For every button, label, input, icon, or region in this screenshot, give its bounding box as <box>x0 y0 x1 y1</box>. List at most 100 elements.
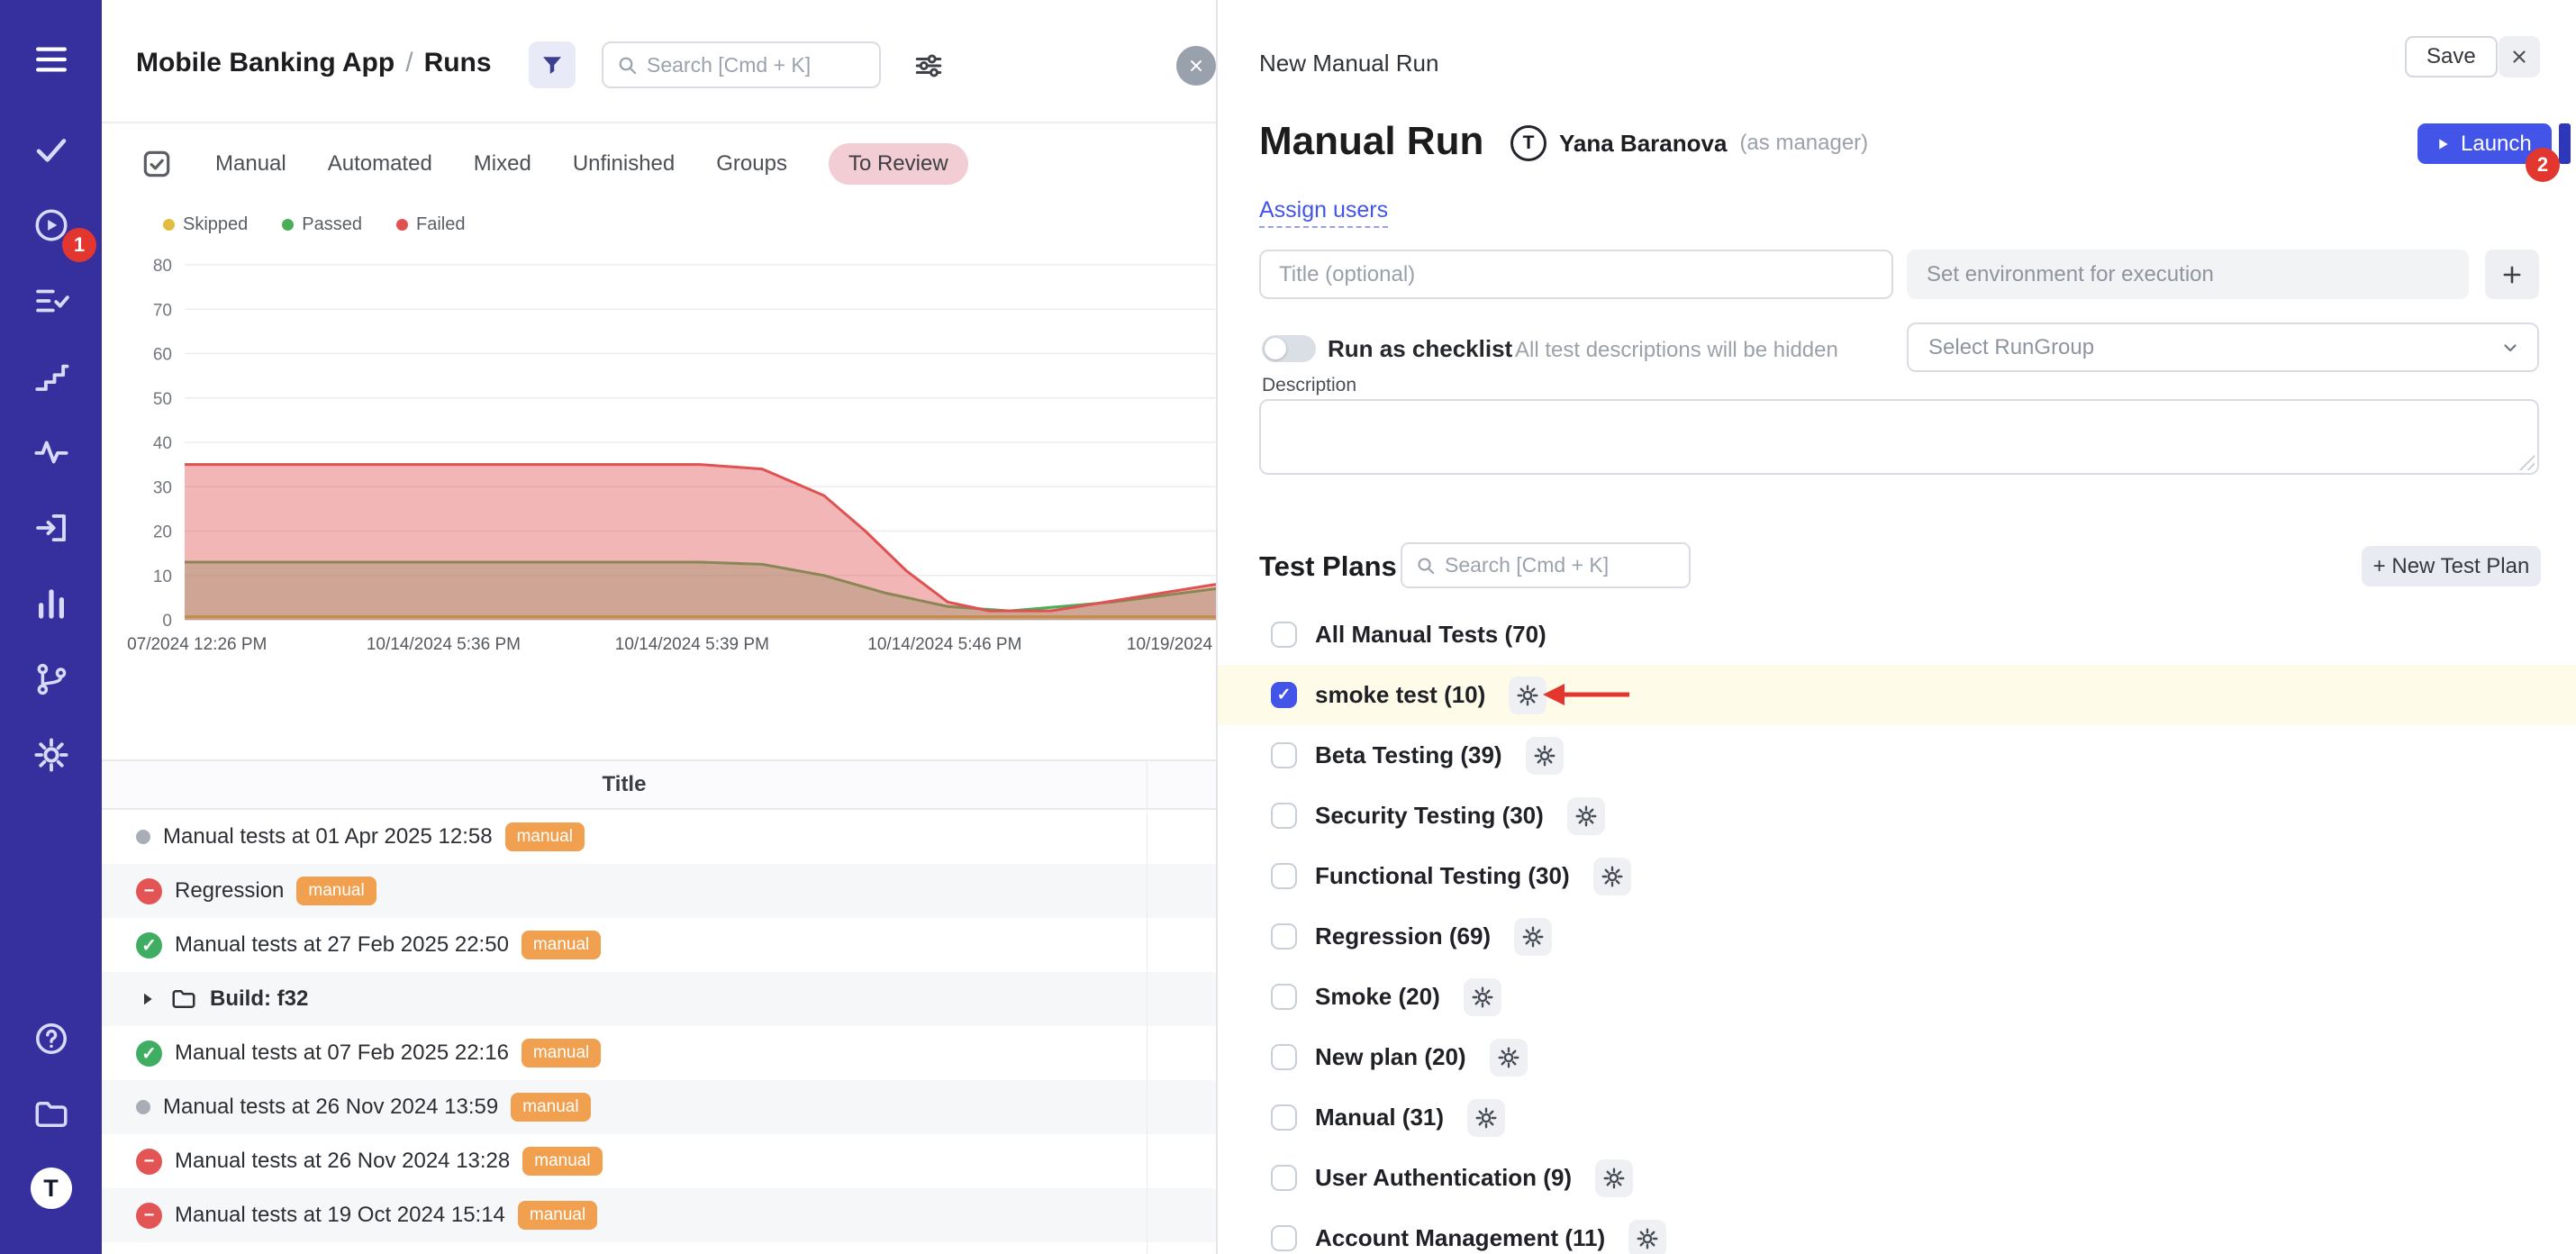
run-row[interactable]: Manual tests at 01 Apr 2025 12:58 manual <box>102 810 1216 864</box>
plan-checkbox[interactable] <box>1271 863 1297 889</box>
gear-icon <box>1521 925 1545 949</box>
run-row[interactable]: Manual tests at 07 Feb 2025 22:16 manual <box>102 1026 1216 1080</box>
breadcrumb[interactable]: Mobile Banking App/Runs <box>136 48 492 78</box>
tab-to-review[interactable]: To Review <box>829 143 968 185</box>
plan-checkbox[interactable] <box>1271 1104 1297 1131</box>
test-plan-row[interactable]: All Manual Tests (70) <box>1218 604 2576 665</box>
gear-icon <box>1636 1227 1659 1250</box>
expand-caret-icon[interactable] <box>136 988 158 1010</box>
close-icon <box>1187 57 1205 75</box>
git-branch-icon[interactable] <box>30 658 73 701</box>
add-environment-button[interactable] <box>2485 250 2539 299</box>
run-title-input[interactable] <box>1259 250 1893 299</box>
description-textarea[interactable] <box>1259 399 2539 475</box>
sign-in-icon[interactable] <box>30 506 73 550</box>
reports-chart-icon[interactable] <box>30 582 73 625</box>
runs-panel-header: Mobile Banking App/Runs <box>102 0 1216 123</box>
plan-checkbox[interactable] <box>1271 742 1297 768</box>
runs-panel-close-button[interactable] <box>1176 46 1216 86</box>
run-row[interactable]: Manual tests at 19 Oct 2024 15:14 manual <box>102 1188 1216 1242</box>
app-logo[interactable]: T <box>31 1168 72 1209</box>
build-group-row[interactable]: Build: f32 <box>102 972 1216 1026</box>
test-plans-search-input[interactable] <box>1445 553 1676 577</box>
settings-gear-icon[interactable] <box>30 733 73 777</box>
test-plan-row[interactable]: Smoke (20) <box>1218 967 2576 1027</box>
test-plan-row[interactable]: Manual (31) <box>1218 1087 2576 1148</box>
test-runs-list-icon[interactable] <box>30 279 73 323</box>
view-settings-button[interactable] <box>911 49 947 85</box>
plan-label: All Manual Tests (70) <box>1315 621 1547 649</box>
save-button[interactable]: Save <box>2405 36 2498 77</box>
avatar: T <box>1510 125 1547 161</box>
new-test-plan-button[interactable]: + New Test Plan <box>2362 546 2541 586</box>
search-icon <box>616 54 638 76</box>
svg-text:30: 30 <box>153 478 172 497</box>
runs-search[interactable] <box>602 41 881 88</box>
annotation-marker-1: 1 <box>62 228 96 262</box>
plan-checkbox[interactable] <box>1271 984 1297 1010</box>
launch-more-button[interactable] <box>2559 123 2571 164</box>
test-plan-row[interactable]: Beta Testing (39) <box>1218 725 2576 786</box>
assign-users-link[interactable]: Assign users <box>1259 197 1388 228</box>
breadcrumb-project[interactable]: Mobile Banking App <box>136 48 395 77</box>
rungroup-select[interactable]: Select RunGroup <box>1907 323 2539 372</box>
tab-groups[interactable]: Groups <box>716 151 787 177</box>
test-plan-row[interactable]: Account Management (11) <box>1218 1208 2576 1254</box>
run-title: Manual tests at 07 Feb 2025 22:16 <box>175 1040 509 1066</box>
tab-manual[interactable]: Manual <box>215 151 286 177</box>
manager-name: Yana Baranova <box>1559 130 1727 158</box>
plan-settings-button[interactable] <box>1467 1099 1505 1137</box>
test-plan-row[interactable]: Security Testing (30) <box>1218 786 2576 846</box>
panel-close-button[interactable] <box>2499 36 2540 77</box>
panel-title: New Manual Run <box>1259 50 1438 77</box>
test-plan-row[interactable]: Regression (69) <box>1218 906 2576 967</box>
plan-settings-button[interactable] <box>1526 737 1564 775</box>
run-row[interactable]: Manual tests at 26 Nov 2024 13:28 manual <box>102 1134 1216 1188</box>
run-type-badge: manual <box>518 1201 597 1230</box>
table-body: Manual tests at 01 Apr 2025 12:58 manual… <box>102 810 1216 1242</box>
plan-settings-button[interactable] <box>1464 978 1501 1016</box>
plan-label: Smoke (20) <box>1315 983 1440 1011</box>
plan-settings-button[interactable] <box>1567 797 1605 835</box>
analytics-steps-icon[interactable] <box>30 355 73 398</box>
menu-icon[interactable] <box>30 38 73 81</box>
run-as-checklist-toggle[interactable] <box>1262 335 1316 362</box>
runs-search-input[interactable] <box>647 53 866 77</box>
plan-checkbox[interactable] <box>1271 1165 1297 1191</box>
test-plan-row[interactable]: smoke test (10) <box>1218 665 2576 725</box>
select-all-icon[interactable] <box>140 147 174 181</box>
plan-checkbox[interactable] <box>1271 682 1297 708</box>
plan-settings-button[interactable] <box>1595 1159 1633 1197</box>
tab-mixed[interactable]: Mixed <box>474 151 531 177</box>
test-plans-search[interactable] <box>1401 542 1691 588</box>
plan-settings-button[interactable] <box>1490 1039 1528 1077</box>
plan-checkbox[interactable] <box>1271 622 1297 648</box>
environment-input[interactable] <box>1907 250 2469 299</box>
plan-settings-button[interactable] <box>1628 1220 1666 1254</box>
filter-button[interactable] <box>529 41 576 88</box>
plan-settings-button[interactable] <box>1514 918 1552 956</box>
run-row[interactable]: Manual tests at 27 Feb 2025 22:50 manual <box>102 918 1216 972</box>
rungroup-placeholder: Select RunGroup <box>1928 335 2094 360</box>
runs-table: Title Manual tests at 01 Apr 2025 12:58 … <box>102 759 1216 1254</box>
app-root: T Mobile Banking App/Runs Manual Automat… <box>0 0 2576 1254</box>
tab-unfinished[interactable]: Unfinished <box>573 151 675 177</box>
help-icon[interactable] <box>30 1017 73 1060</box>
plan-checkbox[interactable] <box>1271 803 1297 829</box>
sidebar: T <box>0 0 102 1254</box>
tab-automated[interactable]: Automated <box>328 151 432 177</box>
plan-label: Regression (69) <box>1315 922 1491 950</box>
test-plan-row[interactable]: Functional Testing (30) <box>1218 846 2576 906</box>
documents-folder-icon[interactable] <box>30 1093 73 1136</box>
pulse-activity-icon[interactable] <box>30 431 73 474</box>
run-type-badge: manual <box>522 931 601 959</box>
plan-checkbox[interactable] <box>1271 923 1297 950</box>
run-row[interactable]: Regression manual <box>102 864 1216 918</box>
plan-checkbox[interactable] <box>1271 1044 1297 1070</box>
test-plan-row[interactable]: User Authentication (9) <box>1218 1148 2576 1208</box>
run-row[interactable]: Manual tests at 26 Nov 2024 13:59 manual <box>102 1080 1216 1134</box>
checks-icon[interactable] <box>30 128 73 171</box>
plan-checkbox[interactable] <box>1271 1225 1297 1251</box>
plan-settings-button[interactable] <box>1593 858 1631 895</box>
test-plan-row[interactable]: New plan (20) <box>1218 1027 2576 1087</box>
